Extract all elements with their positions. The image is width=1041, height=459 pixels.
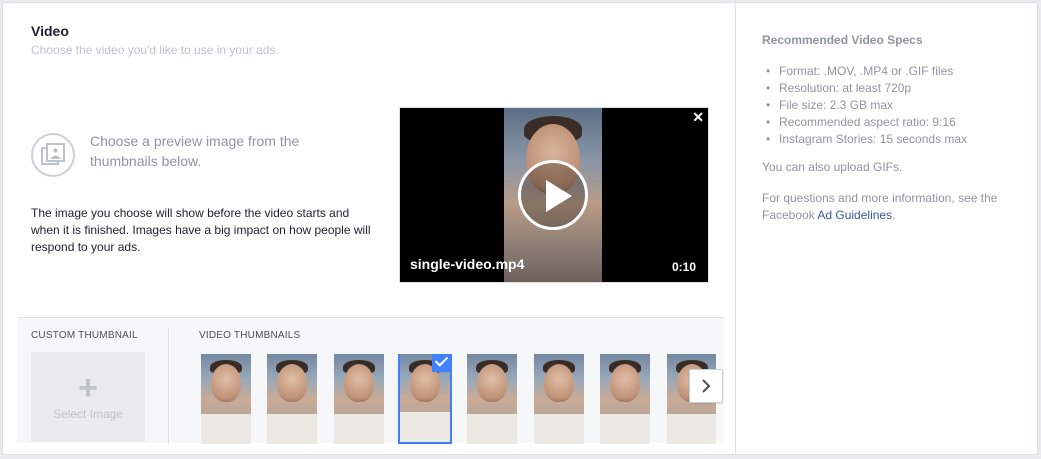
guidelines-info: For questions and more information, see … <box>762 190 1012 224</box>
custom-thumbnail-label: CUSTOM THUMBNAIL <box>31 330 138 341</box>
video-thumbnail-selected[interactable] <box>398 354 452 444</box>
video-player[interactable]: ✕ single-video.mp4 0:10 <box>399 107 709 283</box>
spec-item: Recommended aspect ratio: 9:16 <box>762 114 967 131</box>
preview-heading: Choose a preview image from the thumbnai… <box>90 133 300 169</box>
video-thumbnail[interactable] <box>600 354 650 444</box>
section-title: Video <box>31 23 69 39</box>
spec-item: Instagram Stories: 15 seconds max <box>762 131 967 148</box>
video-thumbnail[interactable] <box>334 354 384 444</box>
specs-title: Recommended Video Specs <box>762 33 923 47</box>
chevron-right-icon <box>702 379 711 393</box>
video-thumbnail[interactable] <box>467 354 517 444</box>
thumbnail-panel: CUSTOM THUMBNAIL + Select Image VIDEO TH… <box>17 317 724 444</box>
video-thumbnail[interactable] <box>534 354 584 444</box>
section-subtitle: Choose the video you'd like to use in yo… <box>31 43 279 57</box>
guidelines-suffix: . <box>892 208 896 222</box>
gif-note: You can also upload GIFs. <box>762 160 903 174</box>
play-icon[interactable] <box>518 160 588 230</box>
divider <box>168 328 169 444</box>
image-gallery-icon <box>31 133 75 177</box>
checkmark-icon <box>432 354 450 372</box>
ad-guidelines-link[interactable]: Ad Guidelines <box>817 208 892 222</box>
close-icon[interactable]: ✕ <box>692 110 704 124</box>
select-image-button[interactable]: + Select Image <box>31 352 145 442</box>
video-filename: single-video.mp4 <box>410 256 525 272</box>
plus-icon: + <box>78 369 98 407</box>
video-main-section: Video Choose the video you'd like to use… <box>3 3 736 454</box>
video-thumbnail[interactable] <box>201 354 251 444</box>
preview-description: The image you choose will show before th… <box>31 206 371 254</box>
specs-list: Format: .MOV, .MP4 or .GIF files Resolut… <box>762 63 967 148</box>
select-image-label: Select Image <box>52 407 124 421</box>
video-settings-panel: Video Choose the video you'd like to use… <box>2 2 1038 455</box>
video-thumbnails-label: VIDEO THUMBNAILS <box>199 330 301 341</box>
spec-item: File size: 2.3 GB max <box>762 97 967 114</box>
spec-item: Format: .MOV, .MP4 or .GIF files <box>762 63 967 80</box>
spec-item: Resolution: at least 720p <box>762 80 967 97</box>
video-duration: 0:10 <box>671 260 696 274</box>
next-thumbnails-button[interactable] <box>689 369 723 403</box>
video-specs-sidebar: Recommended Video Specs Format: .MOV, .M… <box>736 3 1037 454</box>
video-thumbnails-list <box>201 354 716 444</box>
video-thumbnail[interactable] <box>267 354 317 444</box>
